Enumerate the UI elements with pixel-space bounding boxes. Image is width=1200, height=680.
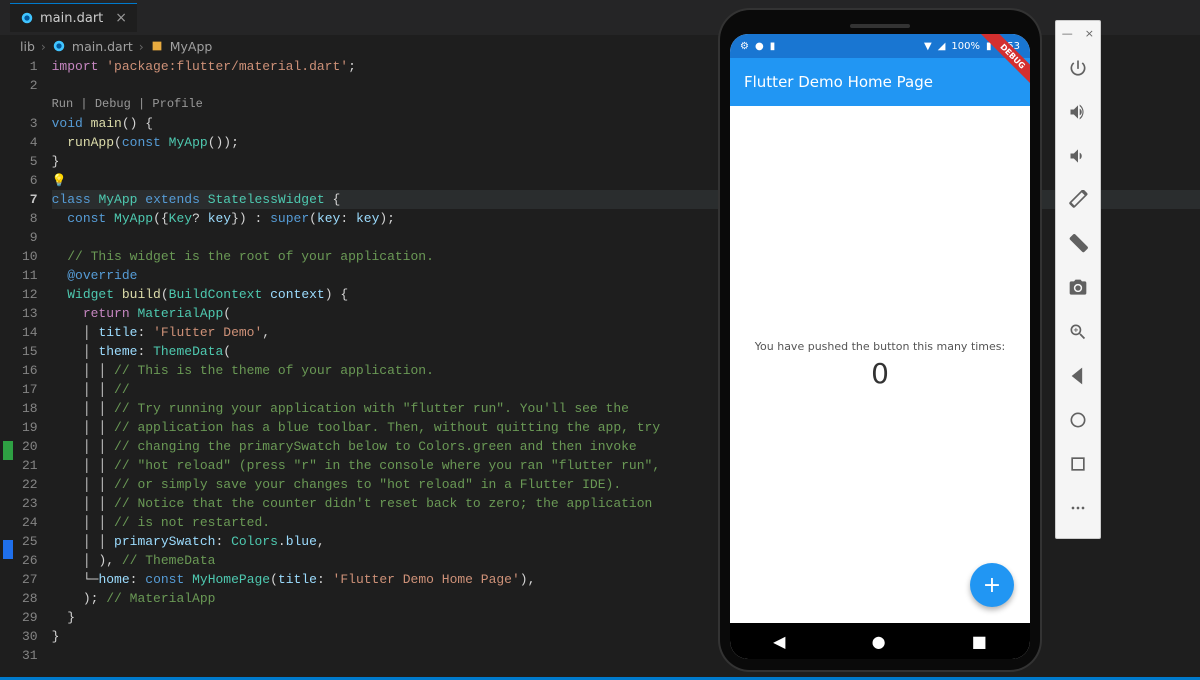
body-text: You have pushed the button this many tim…	[755, 340, 1005, 353]
square-icon: ▮	[770, 41, 776, 52]
dart-file-icon	[52, 39, 66, 53]
tab-close-button[interactable]: ×	[115, 10, 127, 26]
zoom-button[interactable]	[1060, 314, 1096, 350]
phone-emulator: ⚙ ● ▮ ▼ ◢ 100% ▮ 4:53 DEBUG Flutter Demo…	[720, 10, 1040, 670]
rotate-right-button[interactable]	[1060, 226, 1096, 262]
home-button[interactable]	[1060, 402, 1096, 438]
counter-value: 0	[871, 357, 889, 390]
android-nav-bar: ◀ ● ■	[730, 623, 1030, 659]
phone-speaker	[850, 24, 910, 28]
rotate-left-button[interactable]	[1060, 182, 1096, 218]
lightbulb-icon[interactable]: 💡	[52, 174, 67, 188]
back-button[interactable]	[1060, 358, 1096, 394]
gear-icon: ⚙	[740, 41, 749, 52]
battery-pct: 100%	[951, 41, 980, 52]
circle-icon: ●	[755, 41, 764, 52]
camera-button[interactable]	[1060, 270, 1096, 306]
wifi-icon: ▼	[924, 41, 932, 52]
gutter	[0, 57, 16, 665]
breadcrumb-symbol[interactable]: MyApp	[170, 39, 213, 54]
breadcrumb-file[interactable]: main.dart	[72, 39, 133, 54]
dart-file-icon	[20, 11, 34, 25]
nav-recent-icon[interactable]: ■	[972, 632, 987, 651]
phone-screen[interactable]: ⚙ ● ▮ ▼ ◢ 100% ▮ 4:53 DEBUG Flutter Demo…	[730, 34, 1030, 659]
minimize-button[interactable]: —	[1062, 27, 1073, 40]
class-icon	[150, 39, 164, 53]
nav-back-icon[interactable]: ◀	[773, 632, 785, 651]
more-button[interactable]	[1060, 490, 1096, 526]
app-title: Flutter Demo Home Page	[744, 73, 933, 91]
breadcrumb-folder[interactable]: lib	[20, 39, 35, 54]
nav-home-icon[interactable]: ●	[872, 632, 886, 651]
fab-add-button[interactable]: +	[970, 563, 1014, 607]
gutter-mark-bookmark	[3, 540, 13, 559]
line-numbers: 1 2 3 4 5 6 7 8 9 10 11 12 13 14 15 16 1…	[16, 57, 52, 665]
gutter-mark-modified	[3, 441, 13, 460]
close-button[interactable]: ×	[1085, 27, 1094, 40]
app-body: You have pushed the button this many tim…	[730, 106, 1030, 623]
tab-filename: main.dart	[40, 11, 103, 26]
signal-icon: ◢	[938, 41, 946, 52]
overview-button[interactable]	[1060, 446, 1096, 482]
volume-down-button[interactable]	[1060, 138, 1096, 174]
app-bar: Flutter Demo Home Page	[730, 58, 1030, 106]
tab-main-dart[interactable]: main.dart ×	[10, 3, 137, 32]
volume-up-button[interactable]	[1060, 94, 1096, 130]
emulator-toolbar: — ×	[1055, 20, 1101, 539]
power-button[interactable]	[1060, 50, 1096, 86]
